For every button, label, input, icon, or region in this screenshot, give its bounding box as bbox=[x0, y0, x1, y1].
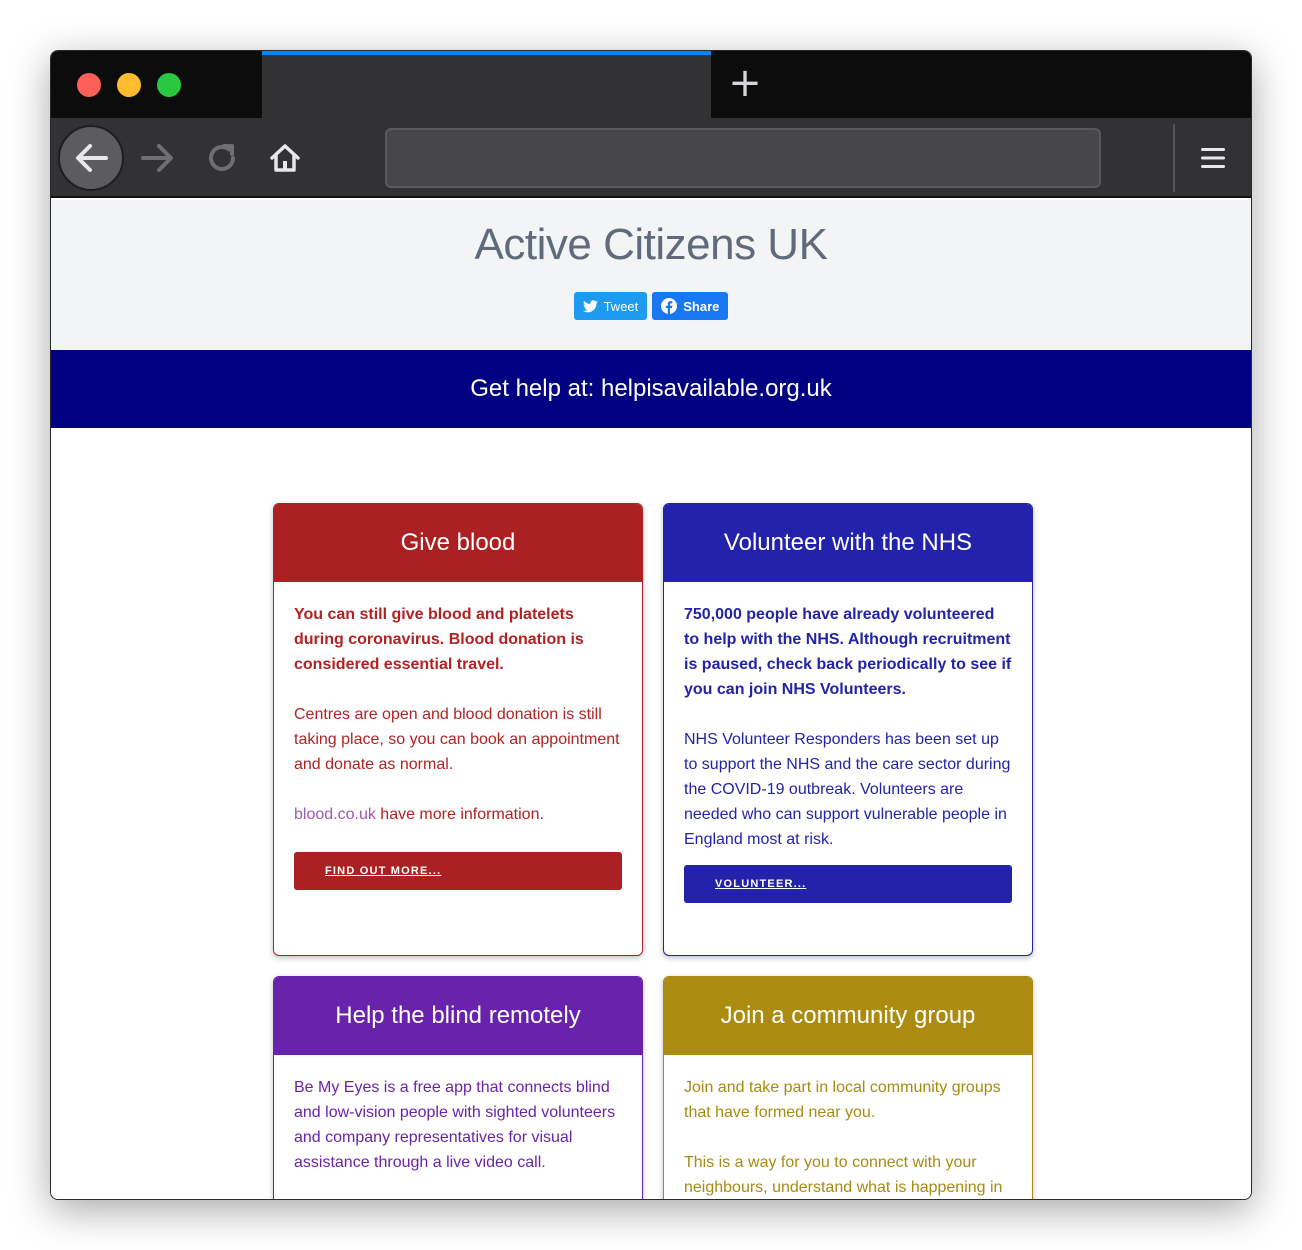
back-arrow-icon bbox=[76, 144, 108, 172]
hero-header: Active Citizens UK Tweet Share bbox=[51, 200, 1251, 350]
forward-button[interactable] bbox=[125, 125, 191, 191]
twitter-icon bbox=[582, 299, 598, 312]
link-suffix: have more information. bbox=[375, 806, 544, 823]
maximize-window-button[interactable] bbox=[157, 73, 181, 97]
card-title: Volunteer with the NHS bbox=[664, 504, 1032, 582]
card-body: You can still give blood and platelets d… bbox=[274, 582, 642, 930]
home-button[interactable] bbox=[252, 125, 318, 191]
facebook-icon bbox=[661, 298, 678, 314]
plus-icon[interactable]: + bbox=[727, 63, 763, 103]
back-button[interactable] bbox=[58, 125, 124, 191]
card-give-blood: Give blood You can still give blood and … bbox=[273, 503, 643, 956]
card-body: Be My Eyes is a free app that connects b… bbox=[274, 1055, 642, 1199]
card-text: Be My Eyes is a free app that connects b… bbox=[294, 1079, 616, 1171]
home-icon bbox=[270, 144, 300, 172]
card-help-blind: Help the blind remotely Be My Eyes is a … bbox=[273, 976, 643, 1199]
volunteer-button[interactable]: VOLUNTEER... bbox=[684, 865, 1012, 903]
page-title: Active Citizens UK bbox=[474, 220, 828, 269]
hamburger-menu-icon bbox=[1201, 148, 1225, 168]
card-body: Join and take part in local community gr… bbox=[664, 1055, 1032, 1199]
browser-window: + Active Citizens UK Tweet Share Get hel… bbox=[50, 50, 1252, 1200]
navigation-toolbar bbox=[51, 118, 1251, 198]
card-text: This is a way for you to connect with yo… bbox=[684, 1154, 1003, 1196]
toolbar-separator bbox=[1173, 124, 1175, 192]
card-title: Help the blind remotely bbox=[274, 977, 642, 1055]
tweet-button[interactable]: Tweet bbox=[573, 292, 648, 320]
cards-grid: Give blood You can still give blood and … bbox=[51, 428, 1251, 1199]
blood-link[interactable]: blood.co.uk bbox=[294, 806, 376, 823]
forward-arrow-icon bbox=[141, 144, 173, 172]
card-title: Give blood bbox=[274, 504, 642, 582]
facebook-share-button[interactable]: Share bbox=[652, 292, 729, 320]
help-banner: Get help at: helpisavailable.org.uk bbox=[51, 350, 1251, 428]
card-community-group: Join a community group Join and take par… bbox=[663, 976, 1033, 1199]
card-volunteer-nhs: Volunteer with the NHS 750,000 people ha… bbox=[663, 503, 1033, 956]
tab-bar: + bbox=[51, 51, 1251, 118]
card-title: Join a community group bbox=[664, 977, 1032, 1055]
hamburger-menu-button[interactable] bbox=[1191, 132, 1235, 184]
card-lead: 750,000 people have already volunteered … bbox=[684, 606, 1012, 698]
card-text: Centres are open and blood donation is s… bbox=[294, 706, 620, 773]
page-viewport: Active Citizens UK Tweet Share Get help … bbox=[51, 200, 1251, 1199]
url-bar[interactable] bbox=[385, 128, 1101, 188]
reload-icon bbox=[209, 144, 235, 171]
reload-button[interactable] bbox=[189, 125, 255, 191]
card-body: 750,000 people have already volunteered … bbox=[664, 582, 1032, 943]
social-buttons: Tweet Share bbox=[51, 292, 1251, 320]
close-window-button[interactable] bbox=[77, 73, 101, 97]
minimize-window-button[interactable] bbox=[117, 73, 141, 97]
card-link-line: blood.co.uk have more information. bbox=[294, 802, 622, 827]
tweet-label: Tweet bbox=[603, 298, 639, 314]
find-out-more-button[interactable]: FIND OUT MORE... bbox=[294, 852, 622, 890]
card-lead: You can still give blood and platelets d… bbox=[294, 606, 584, 673]
share-label: Share bbox=[683, 298, 720, 314]
active-tab[interactable] bbox=[262, 51, 711, 118]
card-text: Join and take part in local community gr… bbox=[684, 1079, 1001, 1121]
card-text: NHS Volunteer Responders has been set up… bbox=[684, 731, 1011, 848]
